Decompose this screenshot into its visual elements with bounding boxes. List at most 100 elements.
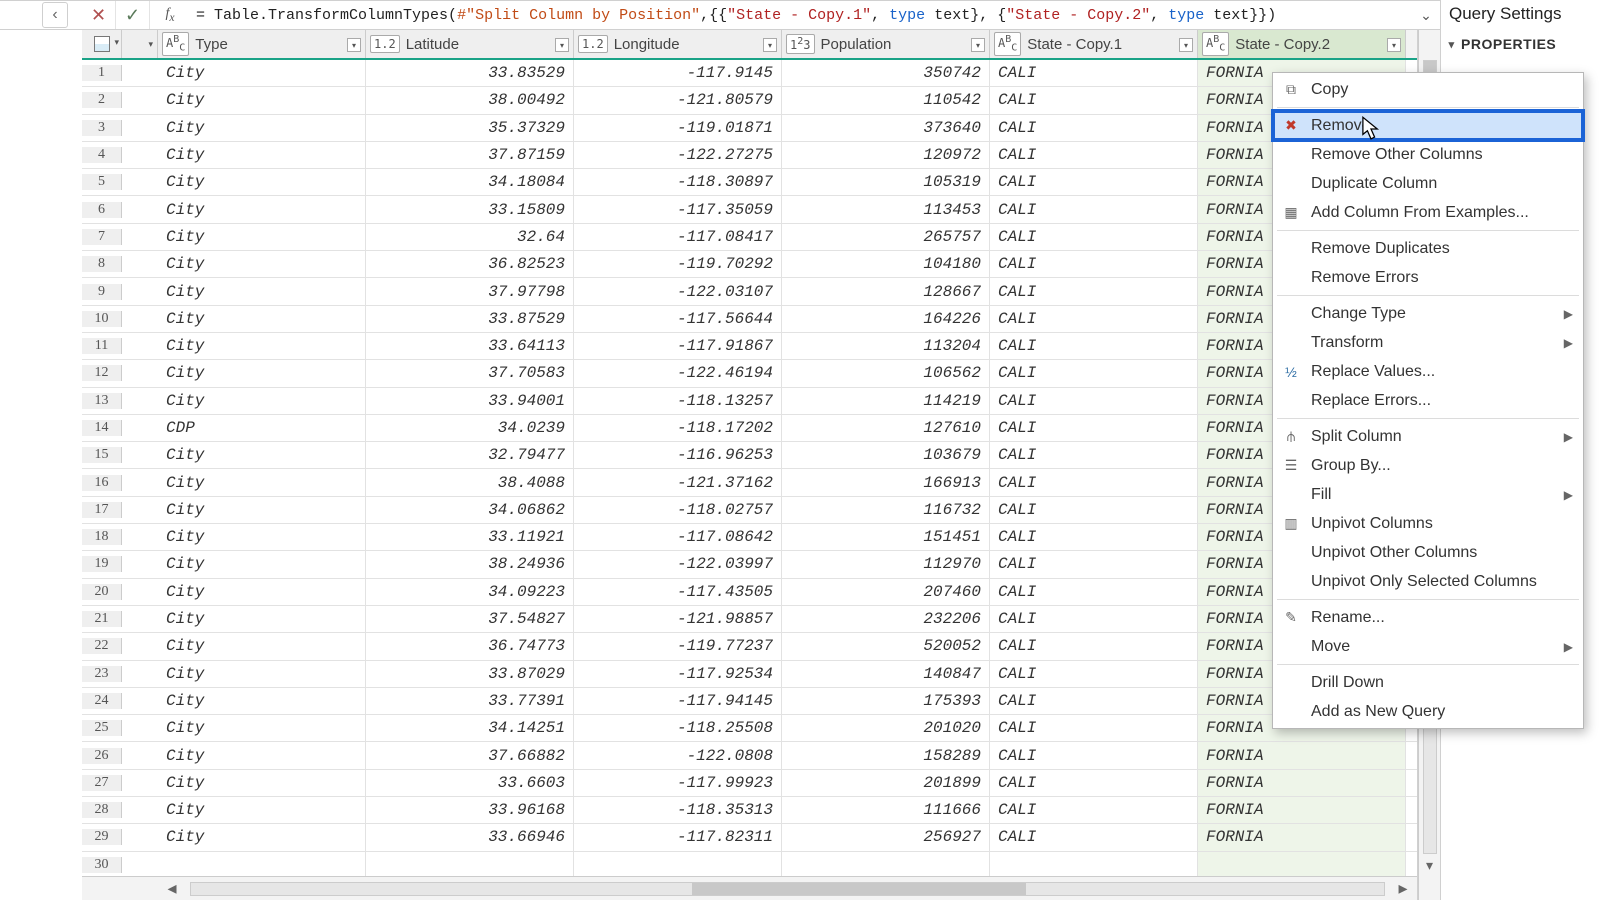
- cell-state-copy-1[interactable]: [990, 852, 1198, 876]
- column-header-type[interactable]: ABC Type ▾: [158, 30, 366, 58]
- cell-state-copy-1[interactable]: CALI: [990, 551, 1198, 577]
- cell-state-copy-1[interactable]: CALI: [990, 333, 1198, 359]
- menu-group-by[interactable]: ☰Group By...: [1273, 451, 1583, 480]
- cell-population[interactable]: 113204: [782, 333, 990, 359]
- cell-latitude[interactable]: 38.00492: [366, 87, 574, 113]
- cell-latitude[interactable]: 34.14251: [366, 715, 574, 741]
- table-row[interactable]: 11City33.64113-117.91867113204CALIFORNIA: [82, 333, 1417, 360]
- cell-population[interactable]: 265757: [782, 224, 990, 250]
- cell-state-copy-1[interactable]: CALI: [990, 278, 1198, 304]
- cell-state-copy-1[interactable]: CALI: [990, 251, 1198, 277]
- menu-split-column[interactable]: ⫛Split Column▶: [1273, 422, 1583, 451]
- cell-state-copy-1[interactable]: CALI: [990, 169, 1198, 195]
- cell-latitude[interactable]: 34.18084: [366, 169, 574, 195]
- cell-longitude[interactable]: -122.27275: [574, 142, 782, 168]
- menu-remove-other-columns[interactable]: Remove Other Columns: [1273, 140, 1583, 169]
- cell-latitude[interactable]: 33.6603: [366, 770, 574, 796]
- cell-longitude[interactable]: -118.25508: [574, 715, 782, 741]
- cell-latitude[interactable]: 36.74773: [366, 633, 574, 659]
- cell-population[interactable]: 140847: [782, 661, 990, 687]
- formula-input[interactable]: = Table.TransformColumnTypes(#"Split Col…: [190, 1, 1412, 29]
- cell-type[interactable]: City: [158, 251, 366, 277]
- cell-latitude[interactable]: 33.66946: [366, 824, 574, 850]
- cell-population[interactable]: 166913: [782, 469, 990, 495]
- table-row[interactable]: 18City33.11921-117.08642151451CALIFORNIA: [82, 524, 1417, 551]
- cell-type[interactable]: City: [158, 497, 366, 523]
- cell-longitude[interactable]: -117.08642: [574, 524, 782, 550]
- filter-drop-icon[interactable]: ▾: [763, 38, 777, 52]
- cell-type[interactable]: City: [158, 442, 366, 468]
- column-header-longitude[interactable]: 1.2 Longitude ▾: [574, 30, 782, 58]
- table-row[interactable]: 28City33.96168-118.35313111666CALIFORNIA: [82, 797, 1417, 824]
- cell-population[interactable]: 127610: [782, 415, 990, 441]
- cell-longitude[interactable]: -118.30897: [574, 169, 782, 195]
- cell-longitude[interactable]: -122.0808: [574, 742, 782, 768]
- table-row[interactable]: 24City33.77391-117.94145175393CALIFORNIA: [82, 688, 1417, 715]
- column-header-population[interactable]: 123 Population ▾: [782, 30, 990, 58]
- cell-latitude[interactable]: 33.94001: [366, 388, 574, 414]
- cell-type[interactable]: City: [158, 770, 366, 796]
- cell-latitude[interactable]: 33.87029: [366, 661, 574, 687]
- cell-state-copy-1[interactable]: CALI: [990, 388, 1198, 414]
- menu-rename[interactable]: ✎Rename...: [1273, 603, 1583, 632]
- cell-type[interactable]: City: [158, 388, 366, 414]
- cell-population[interactable]: 350742: [782, 60, 990, 86]
- cell-type[interactable]: City: [158, 551, 366, 577]
- cell-state-copy-2[interactable]: FORNIA: [1198, 742, 1406, 768]
- cell-population[interactable]: 373640: [782, 115, 990, 141]
- properties-section-header[interactable]: PROPERTIES: [1449, 36, 1592, 52]
- cell-longitude[interactable]: -116.96253: [574, 442, 782, 468]
- cell-state-copy-1[interactable]: CALI: [990, 688, 1198, 714]
- cell-population[interactable]: 104180: [782, 251, 990, 277]
- table-row[interactable]: 23City33.87029-117.92534140847CALIFORNIA: [82, 661, 1417, 688]
- cell-type[interactable]: City: [158, 169, 366, 195]
- table-row[interactable]: 30: [82, 852, 1417, 876]
- cell-state-copy-1[interactable]: CALI: [990, 142, 1198, 168]
- cell-state-copy-1[interactable]: CALI: [990, 224, 1198, 250]
- cell-longitude[interactable]: -121.37162: [574, 469, 782, 495]
- column-header-state-copy-2[interactable]: ABC State - Copy.2 ▾: [1198, 30, 1406, 58]
- cell-type[interactable]: CDP: [158, 415, 366, 441]
- cell-longitude[interactable]: -122.46194: [574, 360, 782, 386]
- cell-state-copy-1[interactable]: CALI: [990, 415, 1198, 441]
- table-row[interactable]: 16City38.4088-121.37162166913CALIFORNIA: [82, 469, 1417, 496]
- table-row[interactable]: 12City37.70583-122.46194106562CALIFORNIA: [82, 360, 1417, 387]
- cell-state-copy-1[interactable]: CALI: [990, 469, 1198, 495]
- cell-population[interactable]: [782, 852, 990, 876]
- cell-latitude[interactable]: 34.0239: [366, 415, 574, 441]
- menu-move[interactable]: Move▶: [1273, 632, 1583, 661]
- cell-state-copy-2[interactable]: FORNIA: [1198, 824, 1406, 850]
- nav-back-button[interactable]: ‹: [42, 2, 68, 28]
- cell-state-copy-1[interactable]: CALI: [990, 824, 1198, 850]
- cell-type[interactable]: City: [158, 524, 366, 550]
- menu-duplicate-column[interactable]: Duplicate Column: [1273, 169, 1583, 198]
- table-row[interactable]: 5City34.18084-118.30897105319CALIFORNIA: [82, 169, 1417, 196]
- cell-type[interactable]: City: [158, 278, 366, 304]
- formula-expand-button[interactable]: ⌄: [1412, 7, 1440, 24]
- cell-state-copy-2[interactable]: [1198, 852, 1406, 876]
- cell-state-copy-2[interactable]: FORNIA: [1198, 797, 1406, 823]
- cell-type[interactable]: City: [158, 688, 366, 714]
- table-row[interactable]: 29City33.66946-117.82311256927CALIFORNIA: [82, 824, 1417, 851]
- filter-drop-icon[interactable]: ▾: [347, 38, 361, 52]
- filter-drop-icon[interactable]: ▾: [1387, 38, 1401, 52]
- cell-longitude[interactable]: -117.08417: [574, 224, 782, 250]
- cell-longitude[interactable]: -117.94145: [574, 688, 782, 714]
- cell-state-copy-2[interactable]: FORNIA: [1198, 770, 1406, 796]
- menu-replace-errors[interactable]: Replace Errors...: [1273, 386, 1583, 415]
- table-row[interactable]: 20City34.09223-117.43505207460CALIFORNIA: [82, 579, 1417, 606]
- cell-population[interactable]: 201020: [782, 715, 990, 741]
- horizontal-scrollbar[interactable]: ◂ ▸: [82, 876, 1417, 900]
- cell-longitude[interactable]: -118.17202: [574, 415, 782, 441]
- cell-longitude[interactable]: -118.13257: [574, 388, 782, 414]
- table-row[interactable]: 19City38.24936-122.03997112970CALIFORNIA: [82, 551, 1417, 578]
- column-header-state-copy-1[interactable]: ABC State - Copy.1 ▾: [990, 30, 1198, 58]
- cell-latitude[interactable]: 33.87529: [366, 306, 574, 332]
- cell-longitude[interactable]: -117.9145: [574, 60, 782, 86]
- menu-add-as-new-query[interactable]: Add as New Query: [1273, 697, 1583, 726]
- table-row[interactable]: 15City32.79477-116.96253103679CALIFORNIA: [82, 442, 1417, 469]
- cell-latitude[interactable]: 37.87159: [366, 142, 574, 168]
- cell-longitude[interactable]: -117.92534: [574, 661, 782, 687]
- table-row[interactable]: 7City32.64-117.08417265757CALIFORNIA: [82, 224, 1417, 251]
- cell-population[interactable]: 114219: [782, 388, 990, 414]
